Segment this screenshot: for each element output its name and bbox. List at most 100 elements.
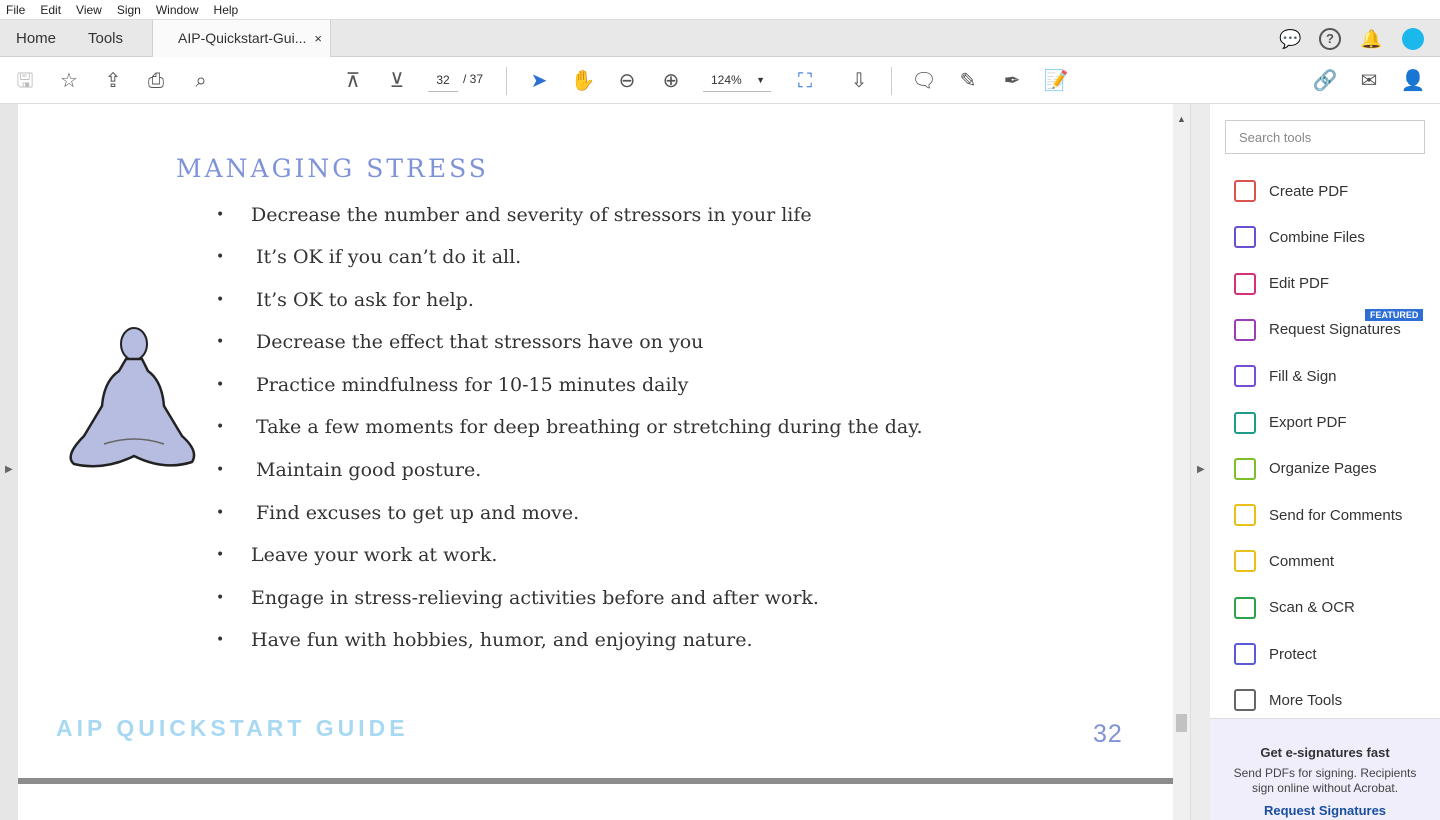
select-cursor-icon[interactable]: ➤ <box>526 68 552 94</box>
right-pane-toggle[interactable]: ▶ <box>1190 104 1210 820</box>
collapse-right-pane-icon[interactable]: ▶ <box>1197 464 1205 475</box>
tool-organize-pages[interactable]: Organize Pages <box>1234 454 1377 484</box>
bookmark-star-icon[interactable]: ☆ <box>56 68 82 94</box>
tool-label: Edit PDF <box>1269 275 1330 293</box>
bullet-text: Find excuses to get up and move. <box>256 502 580 524</box>
protect-icon <box>1234 643 1256 665</box>
tool-label: Create PDF <box>1269 182 1349 200</box>
zoom-value: 124% <box>711 73 742 87</box>
bullet-marker: • <box>216 462 225 478</box>
upload-cloud-icon[interactable]: ⇪ <box>100 68 126 94</box>
menu-view[interactable]: View <box>76 3 102 17</box>
save-icon[interactable]: 🖫 <box>12 68 38 94</box>
close-tab-icon[interactable]: × <box>314 20 322 57</box>
page-number-input[interactable]: 32 <box>428 70 458 92</box>
tool-create-pdf[interactable]: Create PDF <box>1234 176 1348 206</box>
search-tools-input[interactable]: Search tools <box>1225 120 1425 154</box>
menu-file[interactable]: File <box>6 3 25 17</box>
divider <box>506 67 507 95</box>
featured-badge: FEATURED <box>1365 309 1424 321</box>
bullet-text: Practice mindfulness for 10-15 minutes d… <box>256 374 689 396</box>
add-user-icon[interactable]: 👤 <box>1400 68 1426 94</box>
scroll-up-icon[interactable]: ▲ <box>1177 114 1186 124</box>
request-signatures-icon <box>1234 318 1256 341</box>
bell-icon[interactable]: 🔔 <box>1360 28 1382 50</box>
tab-document[interactable]: AIP-Quickstart-Gui... × <box>152 20 331 57</box>
page-heading: MANAGING STRESS <box>176 154 489 183</box>
avatar[interactable] <box>1402 28 1424 50</box>
tool-protect[interactable]: Protect <box>1234 639 1317 669</box>
tool-edit-pdf[interactable]: Edit PDF <box>1234 269 1329 299</box>
promo-panel: Get e-signatures fast Send PDFs for sign… <box>1210 718 1440 820</box>
bullet-text: Engage in stress-relieving activities be… <box>251 587 819 609</box>
export-pdf-icon <box>1234 411 1256 434</box>
tab-bar: Home Tools AIP-Quickstart-Gui... × 💬 ? 🔔 <box>0 20 1440 57</box>
tool-scan-ocr[interactable]: Scan & OCR <box>1234 593 1355 623</box>
zoom-out-icon[interactable]: ⊖ <box>614 68 640 94</box>
comment-icon[interactable]: 🗨 <box>911 68 937 94</box>
tool-label: More Tools <box>1269 691 1343 709</box>
sign-pen-icon[interactable]: ✒ <box>999 68 1025 94</box>
tool-send-for-comments[interactable]: Send for Comments <box>1234 500 1402 530</box>
request-signatures-link[interactable]: Request Signatures <box>1210 803 1440 818</box>
tool-label: Scan & OCR <box>1269 599 1355 617</box>
help-icon[interactable]: ? <box>1319 28 1341 50</box>
left-panel-collapsed: ▶ <box>0 104 18 820</box>
tool-more-tools[interactable]: More Tools <box>1234 685 1342 715</box>
search-icon[interactable]: ⌕ <box>188 68 214 94</box>
next-pdf-page <box>18 784 1173 820</box>
bullet-text: Decrease the number and severity of stre… <box>251 204 812 226</box>
fit-page-icon[interactable]: ⛶ <box>792 68 818 94</box>
vertical-scrollbar[interactable]: ▲ <box>1173 104 1190 820</box>
bullet-text: Take a few moments for deep breathing or… <box>256 416 923 438</box>
tool-label: Request Signatures <box>1269 321 1401 339</box>
bullet-marker: • <box>216 249 225 265</box>
bullet-marker: • <box>216 207 225 223</box>
menu-window[interactable]: Window <box>156 3 199 17</box>
highlight-pen-icon[interactable]: ✎ <box>955 68 981 94</box>
zoom-in-icon[interactable]: ⊕ <box>658 68 684 94</box>
menu-sign[interactable]: Sign <box>117 3 141 17</box>
next-page-icon[interactable]: ⊻ <box>384 68 410 94</box>
tools-pane: Search tools Create PDF Combine Files Edit… <box>1210 104 1440 820</box>
bullet-marker: • <box>216 590 225 606</box>
edit-document-icon[interactable]: 📝 <box>1043 68 1069 94</box>
bullet-marker: • <box>216 505 225 521</box>
scrollbar-thumb[interactable] <box>1176 714 1187 732</box>
chat-icon[interactable]: 💬 <box>1279 28 1301 50</box>
menu-help[interactable]: Help <box>214 3 239 17</box>
previous-page-icon[interactable]: ⊼ <box>340 68 366 94</box>
tab-tools[interactable]: Tools <box>88 20 123 57</box>
hand-icon[interactable]: ✋ <box>570 68 596 94</box>
page-footer-number: 32 <box>1093 720 1123 748</box>
tool-export-pdf[interactable]: Export PDF <box>1234 408 1347 438</box>
pdf-page: MANAGING STRESS • Decrease the number and… <box>18 104 1173 780</box>
comment-icon <box>1234 550 1256 573</box>
create-pdf-icon <box>1234 180 1256 202</box>
tool-label: Protect <box>1269 645 1317 663</box>
promo-title: Get e-signatures fast <box>1260 745 1390 760</box>
bullet-text: Decrease the effect that stressors have … <box>256 331 704 353</box>
tool-label: Fill & Sign <box>1269 367 1337 385</box>
scroll-mode-icon[interactable]: ⇩ <box>846 68 872 94</box>
menu-edit[interactable]: Edit <box>40 3 61 17</box>
tool-fill-sign[interactable]: Fill & Sign <box>1234 361 1337 391</box>
zoom-select[interactable]: 124% ▼ <box>703 70 771 92</box>
bullet-text: It’s OK to ask for help. <box>256 289 474 311</box>
tool-label: Comment <box>1269 552 1335 570</box>
tool-label: Combine Files <box>1269 228 1365 246</box>
fill-sign-icon <box>1234 365 1256 388</box>
tab-home[interactable]: Home <box>16 20 56 57</box>
bullet-text: Leave your work at work. <box>251 544 498 566</box>
more-tools-icon <box>1234 689 1256 712</box>
tool-combine-files[interactable]: Combine Files <box>1234 222 1365 252</box>
expand-left-panel-icon[interactable]: ▶ <box>5 464 13 475</box>
bullet-marker: • <box>216 419 225 435</box>
tool-comment[interactable]: Comment <box>1234 546 1334 576</box>
share-link-icon[interactable]: 🔗 <box>1312 68 1338 94</box>
bullet-text: Maintain good posture. <box>256 459 482 481</box>
print-icon[interactable]: ⎙ <box>143 68 169 94</box>
email-icon[interactable]: ✉ <box>1356 68 1382 94</box>
page-total: / 37 <box>463 72 484 86</box>
edit-pdf-icon <box>1234 272 1256 295</box>
